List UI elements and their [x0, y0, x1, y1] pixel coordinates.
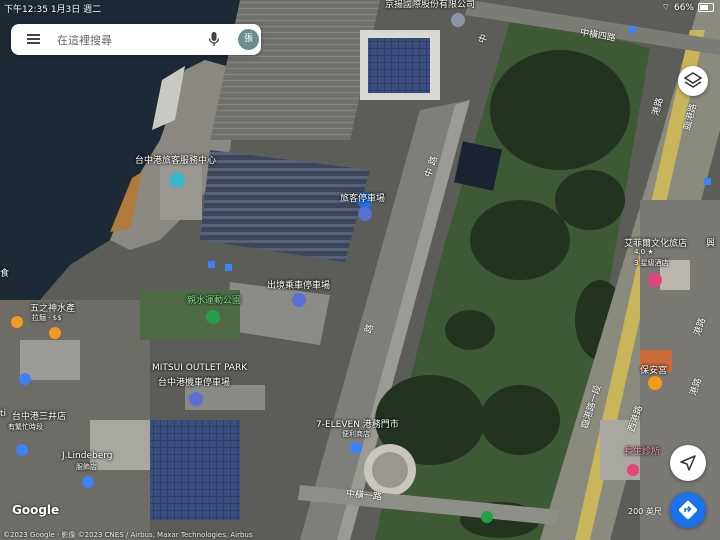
- navigation-arrow-icon: [680, 455, 696, 471]
- place-label-park[interactable]: 親水運動公園: [187, 293, 241, 306]
- directions-icon: [678, 500, 698, 520]
- battery-percent: 66%: [673, 2, 694, 13]
- directions-button[interactable]: [670, 492, 706, 528]
- place-label-outlet[interactable]: MITSUI OUTLET PARK: [152, 363, 247, 373]
- battery-icon: [698, 3, 714, 12]
- place-label-edge: 食: [0, 269, 10, 279]
- my-location-button[interactable]: [670, 445, 706, 481]
- layers-icon: [683, 72, 703, 88]
- menu-icon[interactable]: [27, 34, 40, 44]
- place-label-company[interactable]: 京揚國際股份有限公司: [385, 0, 475, 10]
- place-label-motorcycle-parking[interactable]: 台中港機車停車場: [158, 375, 230, 388]
- place-label-mitsui-shop[interactable]: 台中港三井店: [12, 409, 66, 422]
- place-label-passenger-parking[interactable]: 旅客停車場: [340, 191, 385, 204]
- place-label-jlindeberg[interactable]: J.Lindeberg: [62, 451, 113, 461]
- scale-bar: 200 英尺: [628, 507, 662, 516]
- imagery-credit[interactable]: ©2023 Google · 影像 ©2023 CNES / Airbus, M…: [0, 530, 288, 540]
- status-time: 下午12:35: [4, 5, 48, 15]
- place-label-temple[interactable]: 保安宮: [640, 363, 667, 376]
- place-label-passenger-center[interactable]: 台中港旅客服務中心: [135, 153, 216, 166]
- microphone-icon[interactable]: [208, 32, 220, 47]
- place-label-xing: 興: [706, 239, 716, 249]
- status-date: 1月3日 週二: [50, 5, 102, 15]
- place-label-edge2: ti: [0, 409, 7, 419]
- search-bar[interactable]: 張: [11, 24, 261, 55]
- place-label-hotel-class: 3 星級酒店: [634, 259, 669, 267]
- wifi-icon: ⌔: [661, 3, 670, 13]
- place-label-jlindeberg-sub: 服飾店: [76, 463, 97, 471]
- avatar[interactable]: 張: [238, 29, 259, 50]
- status-bar: 下午12:35 1月3日 週二 ⌔ 66%: [0, 0, 720, 15]
- layers-button[interactable]: [678, 66, 708, 96]
- place-label-exit-parking[interactable]: 出境乘車停車場: [267, 278, 330, 291]
- search-input[interactable]: [55, 31, 194, 49]
- status-time-date: 下午12:35 1月3日 週二: [4, 2, 101, 15]
- place-label-hotel-rating: 4.0 ★: [634, 248, 654, 256]
- place-label-water-price: 拉麵 · $$: [32, 314, 62, 322]
- place-label-clinic[interactable]: 長生診所: [624, 444, 660, 457]
- place-label-seven-sub: 便利商店: [342, 430, 370, 438]
- place-label-mitsui-sub: 有繁忙時段: [8, 423, 43, 431]
- google-logo: Google: [12, 503, 60, 517]
